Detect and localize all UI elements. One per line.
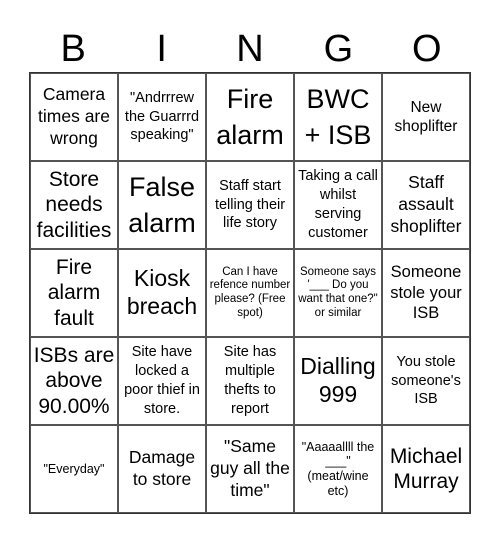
bingo-cell[interactable]: You stole someone's ISB (382, 337, 470, 425)
bingo-cell[interactable]: Fire alarm (206, 73, 294, 161)
bingo-cell[interactable]: "Same guy all the time" (206, 425, 294, 513)
bingo-cell[interactable]: Dialling 999 (294, 337, 382, 425)
cell-text: BWC + ISB (304, 83, 372, 150)
bingo-cell[interactable]: Kiosk breach (118, 249, 206, 337)
cell-text: Someone stole your ISB (390, 263, 462, 323)
cell-text: False alarm (128, 171, 196, 238)
bingo-cell[interactable]: Someone says '___ Do you want that one?"… (294, 249, 382, 337)
cell-text: Damage to store (128, 447, 196, 489)
bingo-cell[interactable]: Site has multiple thefts to report (206, 337, 294, 425)
bingo-header: B I N G O (29, 26, 471, 72)
header-letter-b: B (60, 28, 86, 70)
cell-text: Site have locked a poor thief in store. (124, 344, 200, 417)
header-letter-g: G (323, 28, 354, 70)
cell-text: Can I have refence number please? (Free … (209, 265, 291, 319)
cell-text: Camera times are wrong (38, 84, 110, 148)
cell-text: Fire alarm (216, 83, 284, 150)
cell-text: Someone says '___ Do you want that one?"… (298, 265, 378, 319)
cell-text: New shoplifter (394, 98, 458, 135)
header-letter-o: O (412, 28, 442, 70)
bingo-cell[interactable]: False alarm (118, 161, 206, 249)
cell-text: Store needs facilities (36, 168, 112, 242)
bingo-cell[interactable]: "Andrrrew the Guarrrd speaking" (118, 73, 206, 161)
bingo-cell[interactable]: ISBs are above 90.00% (30, 337, 118, 425)
bingo-cell[interactable]: Staff start telling their life story (206, 161, 294, 249)
bingo-cell[interactable]: Damage to store (118, 425, 206, 513)
bingo-cell[interactable]: Store needs facilities (30, 161, 118, 249)
cell-text: Staff assault shoplifter (390, 172, 462, 236)
cell-text: Site has multiple thefts to report (223, 344, 277, 417)
bingo-cell[interactable]: "Everyday" (30, 425, 118, 513)
header-letter-i: I (156, 28, 167, 70)
cell-text: "Aaaaallll the ___" (meat/wine etc) (301, 439, 375, 498)
bingo-cell[interactable]: New shoplifter (382, 73, 470, 161)
cell-text: "Everyday" (43, 461, 105, 476)
cell-text: "Same guy all the time" (210, 436, 290, 500)
cell-text: Dialling 999 (300, 353, 376, 407)
bingo-card-grid: Camera times are wrong "Andrrrew the Gua… (29, 72, 471, 514)
bingo-cell[interactable]: Site have locked a poor thief in store. (118, 337, 206, 425)
bingo-cell[interactable]: BWC + ISB (294, 73, 382, 161)
cell-text: ISBs are above 90.00% (33, 344, 115, 418)
cell-text: Fire alarm fault (47, 256, 101, 330)
bingo-cell[interactable]: Camera times are wrong (30, 73, 118, 161)
bingo-cell[interactable]: Fire alarm fault (30, 249, 118, 337)
cell-text: Taking a call whilst serving customer (298, 168, 378, 241)
bingo-cell free-space[interactable]: Can I have refence number please? (Free … (206, 249, 294, 337)
cell-text: Michael Murray (389, 444, 463, 493)
bingo-cell[interactable]: Someone stole your ISB (382, 249, 470, 337)
bingo-cell[interactable]: Michael Murray (382, 425, 470, 513)
cell-text: Kiosk breach (126, 265, 198, 319)
cell-text: Staff start telling their life story (214, 177, 286, 232)
bingo-cell[interactable]: Staff assault shoplifter (382, 161, 470, 249)
header-letter-n: N (236, 28, 264, 70)
cell-text: You stole someone's ISB (391, 353, 461, 408)
cell-text: "Andrrrew the Guarrrd speaking" (124, 89, 200, 144)
bingo-cell[interactable]: Taking a call whilst serving customer (294, 161, 382, 249)
bingo-cell[interactable]: "Aaaaallll the ___" (meat/wine etc) (294, 425, 382, 513)
